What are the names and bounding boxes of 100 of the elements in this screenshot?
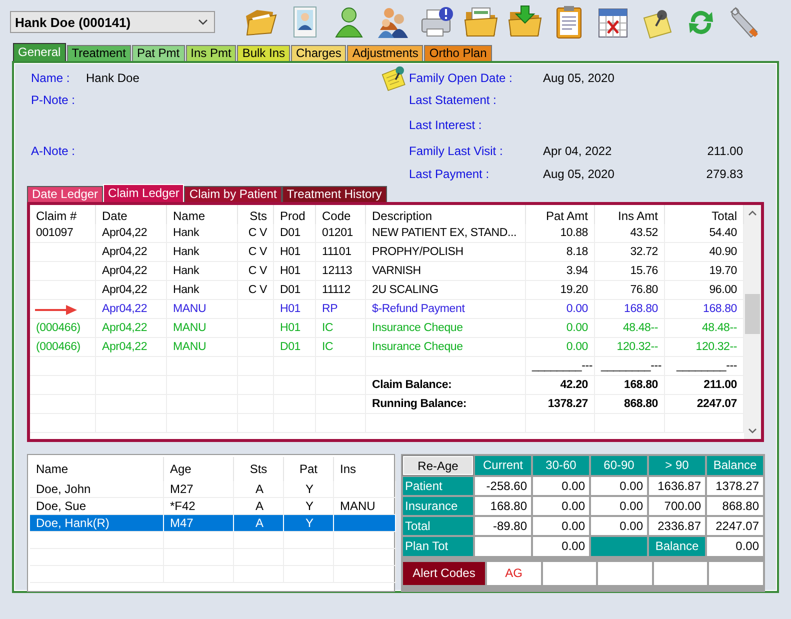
list-cell xyxy=(334,549,396,566)
scroll-thumb[interactable] xyxy=(745,294,760,334)
ledger-tab[interactable]: Claim by Patient xyxy=(184,186,282,202)
tab[interactable]: Charges xyxy=(291,45,346,61)
table-cell: 0.00 xyxy=(526,319,595,338)
ledger-tab[interactable]: Date Ledger xyxy=(27,186,104,202)
tab[interactable]: Bulk Ins xyxy=(237,45,290,61)
tab[interactable]: Ortho Plan xyxy=(424,45,492,61)
table-cell: 11112 xyxy=(316,281,366,300)
tab[interactable]: Adjustments xyxy=(347,45,424,61)
date-value: Apr 04, 2022 xyxy=(543,144,613,158)
column-header[interactable]: Description xyxy=(366,205,526,227)
column-header[interactable]: Pat xyxy=(284,457,334,481)
table-cell xyxy=(30,357,96,376)
list-cell[interactable]: A xyxy=(234,515,284,532)
column-header[interactable]: Date xyxy=(96,205,167,227)
balance-label: Claim Balance: xyxy=(366,376,526,395)
ledger-tab[interactable]: Claim Ledger xyxy=(103,184,184,202)
row-header: Insurance xyxy=(403,497,473,515)
table-cell: H01 xyxy=(274,262,316,281)
table-cell: (000466) xyxy=(30,338,96,357)
column-header[interactable]: Ins Amt xyxy=(595,205,665,227)
list-cell[interactable]: M27 xyxy=(164,481,234,498)
column-header[interactable]: Age xyxy=(164,457,234,481)
table-cell: 2247.07 xyxy=(707,517,763,535)
table-cell: 1636.87 xyxy=(649,477,705,495)
table-cell: IC xyxy=(316,319,366,338)
column-header[interactable]: Name xyxy=(30,457,164,481)
column-header[interactable]: Claim # xyxy=(30,205,96,227)
field-label: Last Payment : xyxy=(409,166,490,180)
table-cell: Apr04,22 xyxy=(96,262,167,281)
table-cell: C V xyxy=(238,243,274,262)
column-header[interactable]: Name xyxy=(167,205,238,227)
table-cell: 2U SCALING xyxy=(366,281,526,300)
column-header[interactable]: Prod xyxy=(274,205,316,227)
list-cell[interactable]: Y xyxy=(284,481,334,498)
ledger-tab[interactable]: Treatment History xyxy=(282,186,387,202)
balance-value: 1378.27 xyxy=(526,395,595,414)
table-cell: 168.80 xyxy=(595,300,665,319)
list-cell xyxy=(334,566,396,583)
table-cell: D01 xyxy=(274,281,316,300)
table-cell: 76.80 xyxy=(595,281,665,300)
table-cell xyxy=(30,376,96,395)
table-cell: 0.00 xyxy=(533,537,589,556)
row-header: Patient xyxy=(403,477,473,495)
table-cell: -258.60 xyxy=(475,477,531,495)
table-cell xyxy=(30,414,96,433)
list-cell[interactable] xyxy=(334,481,396,498)
column-header[interactable]: Pat Amt xyxy=(526,205,595,227)
column-header[interactable]: Code xyxy=(316,205,366,227)
list-cell[interactable]: Y xyxy=(284,515,334,532)
chevron-icon xyxy=(198,19,208,25)
table-cell: 15.76 xyxy=(595,262,665,281)
table-cell: MANU xyxy=(167,319,238,338)
list-cell[interactable]: Doe, Hank(R) xyxy=(30,515,164,532)
list-cell[interactable]: M47 xyxy=(164,515,234,532)
table-cell: 32.72 xyxy=(595,243,665,262)
table-cell: VARNISH xyxy=(366,262,526,281)
patient-dropdown[interactable]: Hank Doe (000141) xyxy=(10,11,215,33)
field-label: Family Open Date : xyxy=(409,71,514,85)
list-cell[interactable]: A xyxy=(234,481,284,498)
table-cell: C V xyxy=(238,262,274,281)
field-label: Name : xyxy=(31,71,71,85)
underline-mark: ________--- xyxy=(595,357,665,376)
table-cell: 168.80 xyxy=(475,497,531,515)
table-cell: 2336.87 xyxy=(649,517,705,535)
table-cell xyxy=(30,395,96,414)
tab[interactable]: General xyxy=(13,43,66,61)
table-cell: Hank xyxy=(167,262,238,281)
date-value: Aug 05, 2020 xyxy=(543,71,616,85)
column-header[interactable]: Sts xyxy=(234,457,284,481)
table-cell: H01 xyxy=(274,300,316,319)
tab[interactable]: Pat Pmt xyxy=(132,45,185,61)
alert-code-cell xyxy=(542,562,596,585)
amount-value: 279.83 xyxy=(705,166,743,180)
column-header: 30-60 xyxy=(533,456,589,475)
tab[interactable]: Ins Pmt xyxy=(186,45,236,61)
table-cell: Hank xyxy=(167,243,238,262)
table-cell: 0.00 xyxy=(533,517,589,535)
table-cell: 120.32-- xyxy=(595,338,665,357)
underline-mark: ________--- xyxy=(526,357,595,376)
column-header[interactable]: Sts xyxy=(238,205,274,227)
row-header: Balance xyxy=(649,537,705,556)
tab[interactable]: Treatment xyxy=(66,45,131,61)
list-cell[interactable]: Doe, John xyxy=(30,481,164,498)
table-cell: Apr04,22 xyxy=(96,281,167,300)
table-cell: 0.00 xyxy=(591,517,647,535)
table-cell: Hank xyxy=(167,224,238,243)
table-cell: -89.80 xyxy=(475,517,531,535)
alert-codes-button[interactable]: Alert Codes xyxy=(403,562,485,585)
alert-code-cell xyxy=(598,562,652,585)
table-cell: Apr04,22 xyxy=(96,319,167,338)
table-cell: 0.00 xyxy=(526,338,595,357)
table-cell: 0.00 xyxy=(526,300,595,319)
table-cell: C V xyxy=(238,224,274,243)
scrollbar[interactable] xyxy=(744,205,761,439)
table-cell: 11101 xyxy=(316,243,366,262)
balance-value: 42.20 xyxy=(526,376,595,395)
column-header[interactable]: Ins xyxy=(334,457,396,481)
re-age-button[interactable]: Re-Age xyxy=(403,456,473,475)
